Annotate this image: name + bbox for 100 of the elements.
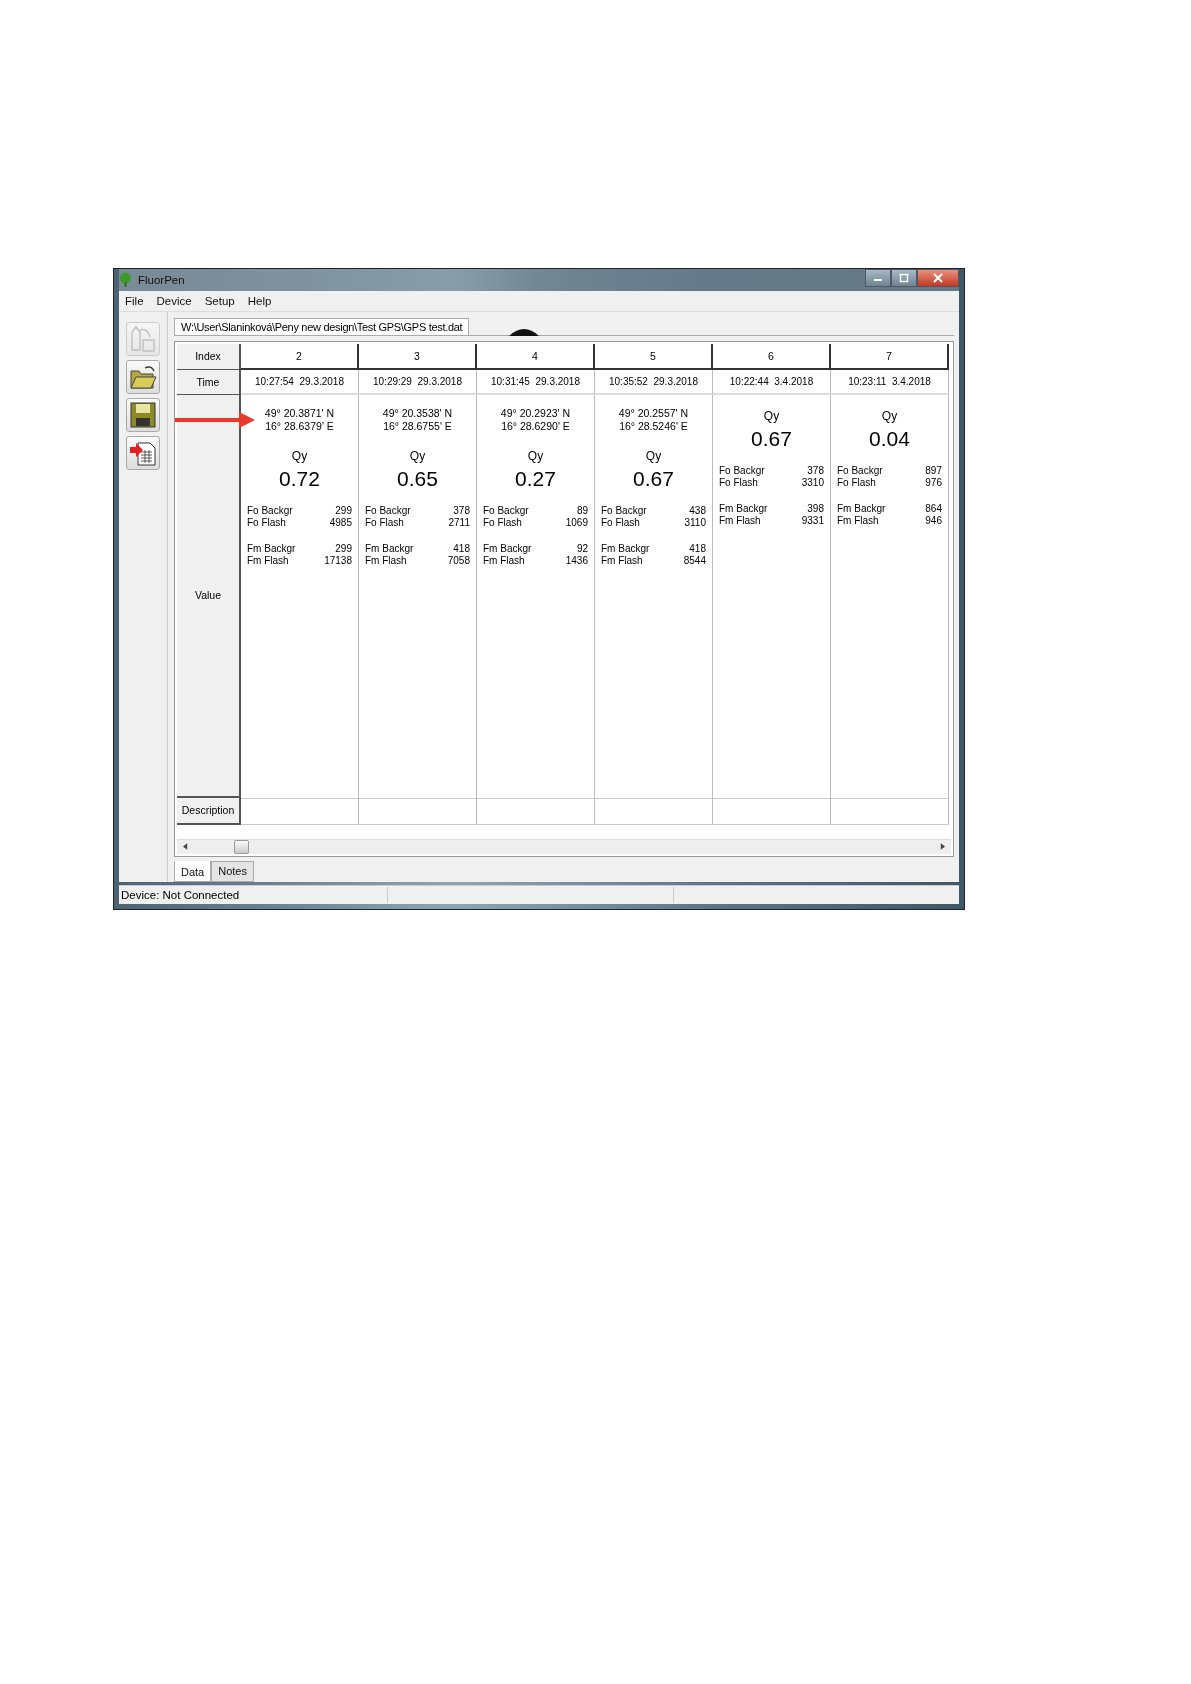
- reading-value: 976: [925, 476, 942, 489]
- menu-item[interactable]: Device: [156, 294, 192, 307]
- description-cell[interactable]: [477, 797, 595, 825]
- coordinate-text: 16° 28.5246' E: [619, 419, 688, 433]
- close-button[interactable]: [917, 269, 959, 287]
- reading-label: Fm Flash: [483, 554, 526, 567]
- reading-value: 89: [575, 504, 588, 517]
- table-cell: 10:23:11 3.4.2018: [831, 369, 949, 395]
- reading-value: 92: [575, 542, 588, 555]
- view-tab[interactable]: Data: [174, 860, 212, 882]
- reading-value: 3110: [684, 516, 706, 529]
- file-tab[interactable]: W:\User\Slaninková\Peny new design\Test GPS\GPS test.dat: [174, 317, 470, 335]
- column-header: 7: [831, 343, 949, 370]
- qy-value: 0.72: [279, 466, 320, 491]
- window-title: FluorPen: [138, 273, 185, 286]
- qy-value: 0.67: [751, 426, 792, 451]
- description-cell[interactable]: [713, 797, 831, 825]
- reading-value: 1069: [565, 516, 588, 529]
- open-folder-button[interactable]: [126, 359, 160, 394]
- coordinate-text: 16° 28.6379' E: [265, 419, 334, 433]
- column-header: 3: [359, 343, 477, 370]
- close-icon[interactable]: [933, 273, 943, 283]
- reading-value: 418: [452, 542, 470, 555]
- reading-value: 299: [334, 542, 352, 555]
- menu-item[interactable]: Setup: [204, 294, 235, 307]
- table-cell: 10:22:44 3.4.2018: [713, 369, 831, 395]
- description-cell[interactable]: [831, 797, 949, 825]
- leaf-icon: [119, 272, 132, 288]
- reading-value: 1436: [565, 554, 588, 567]
- reading-label: Fm Backgr: [483, 542, 533, 555]
- coordinate-text: 49° 20.3871' N: [264, 406, 335, 420]
- description-cell[interactable]: [359, 797, 477, 825]
- column-header: 2: [241, 343, 359, 370]
- column-header: 5: [595, 343, 713, 370]
- reading-value: 4985: [329, 516, 352, 529]
- coordinate-text: 16° 28.6755' E: [383, 419, 452, 433]
- qy-label: Qy: [881, 408, 898, 423]
- reading-label: Fo Backgr: [365, 504, 412, 517]
- reading-label: Fm Flash: [365, 554, 408, 567]
- reading-label: Fo Flash: [601, 516, 641, 529]
- reading-label: Fm Flash: [837, 514, 880, 527]
- description-cell[interactable]: [595, 797, 713, 825]
- column-header: 4: [477, 343, 595, 370]
- row-header: Index: [177, 343, 241, 370]
- reading-value: 418: [688, 542, 706, 555]
- coordinate-text: 49° 20.2557' N: [618, 406, 689, 420]
- reading-value: 946: [925, 514, 942, 527]
- maximize-button[interactable]: [891, 269, 917, 287]
- reading-value: 864: [925, 502, 942, 515]
- reading-label: Fo Flash: [837, 476, 877, 489]
- scroll-left-icon[interactable]: [183, 843, 188, 851]
- reading-label: Fo Flash: [483, 516, 523, 529]
- reading-value: 438: [688, 504, 706, 517]
- column-header: 6: [713, 343, 831, 370]
- reading-value: 17138: [324, 554, 352, 567]
- reading-value: 299: [334, 504, 352, 517]
- menu-item[interactable]: Help: [247, 294, 272, 307]
- menu-item[interactable]: File: [125, 294, 144, 307]
- reading-label: Fm Backgr: [601, 542, 651, 555]
- qy-value: 0.67: [633, 466, 674, 491]
- reading-label: Fo Backgr: [601, 504, 648, 517]
- qy-label: Qy: [291, 448, 308, 463]
- qy-label: Qy: [763, 408, 780, 423]
- description-cell[interactable]: [241, 797, 359, 825]
- reading-value: 378: [452, 504, 470, 517]
- row-header: Value: [177, 394, 241, 798]
- qy-value: 0.27: [515, 466, 556, 491]
- reading-value: 3310: [801, 476, 824, 489]
- reading-label: Fm Backgr: [247, 542, 297, 555]
- qy-label: Qy: [527, 448, 544, 463]
- status-text: Device: Not Connected: [120, 888, 241, 901]
- table-cell: 10:29:29 29.3.2018: [359, 369, 477, 395]
- horizontal-scrollbar[interactable]: [177, 838, 951, 854]
- reading-value: 8544: [683, 554, 706, 567]
- reading-label: Fm Flash: [247, 554, 290, 567]
- scroll-thumb[interactable]: [234, 839, 249, 854]
- view-tab[interactable]: Notes: [211, 860, 254, 882]
- row-header: Description: [177, 797, 241, 825]
- save-button[interactable]: [126, 397, 160, 432]
- qy-label: Qy: [645, 448, 662, 463]
- table-cell: 10:31:45 29.3.2018: [477, 369, 595, 395]
- reading-value: 378: [806, 464, 824, 477]
- minimize-button[interactable]: [865, 269, 891, 287]
- coordinate-text: 49° 20.3538' N: [382, 406, 453, 420]
- qy-value: 0.04: [869, 426, 910, 451]
- export-button[interactable]: [126, 435, 160, 470]
- reading-label: Fo Flash: [365, 516, 405, 529]
- reading-label: Fm Backgr: [365, 542, 415, 555]
- reading-label: Fm Flash: [601, 554, 644, 567]
- reading-label: Fo Flash: [719, 476, 759, 489]
- row-header: Time: [177, 369, 241, 395]
- reading-label: Fo Flash: [247, 516, 287, 529]
- qy-value: 0.65: [397, 466, 438, 491]
- reading-value: 897: [925, 464, 942, 477]
- reading-label: Fo Backgr: [719, 464, 766, 477]
- reading-label: Fm Flash: [719, 514, 762, 527]
- reading-value: 2711: [448, 516, 470, 529]
- scroll-right-icon[interactable]: [940, 843, 945, 851]
- reading-label: Fm Backgr: [837, 502, 887, 515]
- coordinate-text: 49° 20.2923' N: [500, 406, 571, 420]
